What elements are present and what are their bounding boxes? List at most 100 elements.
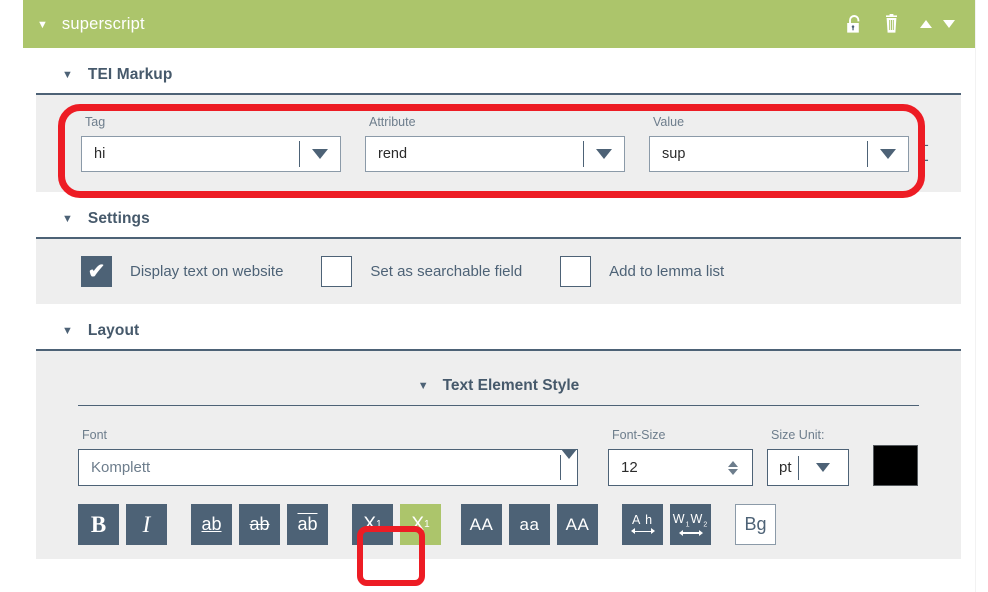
chevron-down-icon xyxy=(816,463,830,472)
value-field-label: Value xyxy=(649,115,929,129)
uppercase-glyph: AA xyxy=(470,515,494,535)
triangle-up-icon[interactable] xyxy=(920,20,932,28)
text-format-toolbar: B I ab ab ab X1 xyxy=(36,486,961,545)
attribute-select-value: rend xyxy=(366,146,583,162)
word-spacing-glyph: W1W2 xyxy=(673,513,708,529)
letter-spacing-button[interactable]: A h xyxy=(622,504,663,545)
text-element-style-title: Text Element Style xyxy=(443,377,580,395)
triangle-down-icon[interactable] xyxy=(943,20,955,28)
tei-markup-section-title: TEI Markup xyxy=(88,66,173,84)
value-dropdown-caret[interactable] xyxy=(868,149,908,159)
layout-section: ▼ Layout ▼ Text Element Style Font Kompl… xyxy=(23,304,975,559)
checkbox-set-as-searchable-field[interactable]: Set as searchable field xyxy=(321,256,522,287)
element-header-actions xyxy=(846,14,959,34)
chevron-down-icon xyxy=(312,149,328,159)
attribute-select[interactable]: rend xyxy=(365,136,625,172)
italic-button[interactable]: I xyxy=(126,504,167,545)
spinner-up-icon[interactable] xyxy=(728,461,738,467)
subscript-glyph: X xyxy=(363,514,376,536)
font-size-value[interactable]: 12 xyxy=(609,459,720,476)
background-button[interactable]: Bg xyxy=(735,504,776,545)
lemma-list-label: Add to lemma list xyxy=(609,263,724,280)
word-spacing-button[interactable]: W1W2 xyxy=(670,504,711,545)
element-sort-arrows xyxy=(920,20,955,28)
lemma-list-checkbox[interactable] xyxy=(560,256,591,287)
value-select-value: sup xyxy=(650,146,867,162)
tei-markup-body: Tag hi Attribute rend xyxy=(36,95,961,192)
check-icon: ✔ xyxy=(88,261,106,282)
settings-body: ✔ Display text on website Set as searcha… xyxy=(36,239,961,304)
chevron-down-icon xyxy=(561,449,577,476)
size-unit-select[interactable]: pt xyxy=(767,449,849,486)
searchable-field-label: Set as searchable field xyxy=(370,263,522,280)
collapse-text-style-caret-icon[interactable]: ▼ xyxy=(418,381,429,392)
element-title: superscript xyxy=(62,15,145,34)
font-size-spinner-icon[interactable] xyxy=(720,461,746,475)
searchable-field-checkbox[interactable] xyxy=(321,256,352,287)
collapse-tei-caret-icon[interactable]: ▼ xyxy=(62,70,73,81)
layout-section-header[interactable]: ▼ Layout xyxy=(36,304,961,351)
underline-button[interactable]: ab xyxy=(191,504,232,545)
text-element-style-header[interactable]: ▼ Text Element Style xyxy=(36,351,961,405)
uppercase-button[interactable]: AA xyxy=(461,504,502,545)
horizontal-arrow-icon xyxy=(631,528,655,535)
letter-spacing-glyph: A h xyxy=(632,514,653,527)
underline-glyph: ab xyxy=(201,514,221,535)
font-select-value: Komplett xyxy=(79,459,560,476)
settings-section-header[interactable]: ▼ Settings xyxy=(36,192,961,239)
overline-glyph: ab xyxy=(297,514,317,535)
display-text-checkbox[interactable]: ✔ xyxy=(81,256,112,287)
unlock-icon[interactable] xyxy=(846,14,863,34)
subscript-index: 1 xyxy=(376,519,382,530)
size-unit-field-label: Size Unit: xyxy=(767,428,849,442)
page-scrollbar-gutter[interactable] xyxy=(975,0,988,592)
tag-field-label: Tag xyxy=(81,115,341,129)
size-unit-value: pt xyxy=(768,459,792,476)
content-column: ▼ superscript xyxy=(23,0,975,592)
font-size-stepper[interactable]: 12 xyxy=(608,449,753,486)
font-field-group: Font Komplett xyxy=(78,428,578,486)
collapse-layout-caret-icon[interactable]: ▼ xyxy=(62,326,73,337)
trash-icon[interactable] xyxy=(883,14,900,34)
checkbox-display-text-on-website[interactable]: ✔ Display text on website xyxy=(81,256,283,287)
lowercase-button[interactable]: aa xyxy=(509,504,550,545)
horizontal-arrow-icon xyxy=(679,529,703,536)
tag-field-group: Tag hi xyxy=(81,115,341,172)
font-size-field-label: Font-Size xyxy=(608,428,753,442)
settings-section-title: Settings xyxy=(88,210,150,228)
smallcaps-button[interactable]: AA xyxy=(557,504,598,545)
checkbox-add-to-lemma-list[interactable]: Add to lemma list xyxy=(560,256,724,287)
collapse-element-caret-icon[interactable]: ▼ xyxy=(37,20,48,31)
attribute-field-group: Attribute rend xyxy=(365,115,625,172)
value-select[interactable]: sup xyxy=(649,136,909,172)
size-unit-field-group: Size Unit: pt xyxy=(767,428,849,486)
tag-select[interactable]: hi xyxy=(81,136,341,172)
size-unit-dropdown-caret[interactable] xyxy=(799,463,848,472)
superscript-button[interactable]: X1 xyxy=(400,504,441,545)
font-select[interactable]: Komplett xyxy=(78,449,578,486)
settings-section: ▼ Settings ✔ Display text on website Set… xyxy=(23,192,975,304)
superscript-glyph: X xyxy=(411,514,424,536)
spinner-down-icon[interactable] xyxy=(728,469,738,475)
tei-markup-section-header[interactable]: ▼ TEI Markup xyxy=(36,48,961,95)
tei-field-row: Tag hi Attribute rend xyxy=(36,95,961,172)
tag-dropdown-caret[interactable] xyxy=(300,149,340,159)
bold-button[interactable]: B xyxy=(78,504,119,545)
text-color-swatch[interactable] xyxy=(873,445,918,486)
superscript-index: 1 xyxy=(424,519,430,530)
font-dropdown-caret[interactable] xyxy=(561,459,577,477)
italic-glyph: I xyxy=(143,512,151,538)
attribute-dropdown-caret[interactable] xyxy=(584,149,624,159)
chevron-down-icon xyxy=(880,149,896,159)
collapse-settings-caret-icon[interactable]: ▼ xyxy=(62,214,73,225)
layout-body: ▼ Text Element Style Font Komplett xyxy=(36,351,961,559)
element-header-bar[interactable]: ▼ superscript xyxy=(23,0,975,48)
strikethrough-glyph: ab xyxy=(249,514,269,535)
bold-glyph: B xyxy=(91,512,106,538)
strikethrough-button[interactable]: ab xyxy=(239,504,280,545)
remove-tei-row-button[interactable]: − xyxy=(919,153,929,168)
tei-row-controls: + − xyxy=(919,138,929,170)
chevron-down-icon xyxy=(596,149,612,159)
subscript-button[interactable]: X1 xyxy=(352,504,393,545)
overline-button[interactable]: ab xyxy=(287,504,328,545)
